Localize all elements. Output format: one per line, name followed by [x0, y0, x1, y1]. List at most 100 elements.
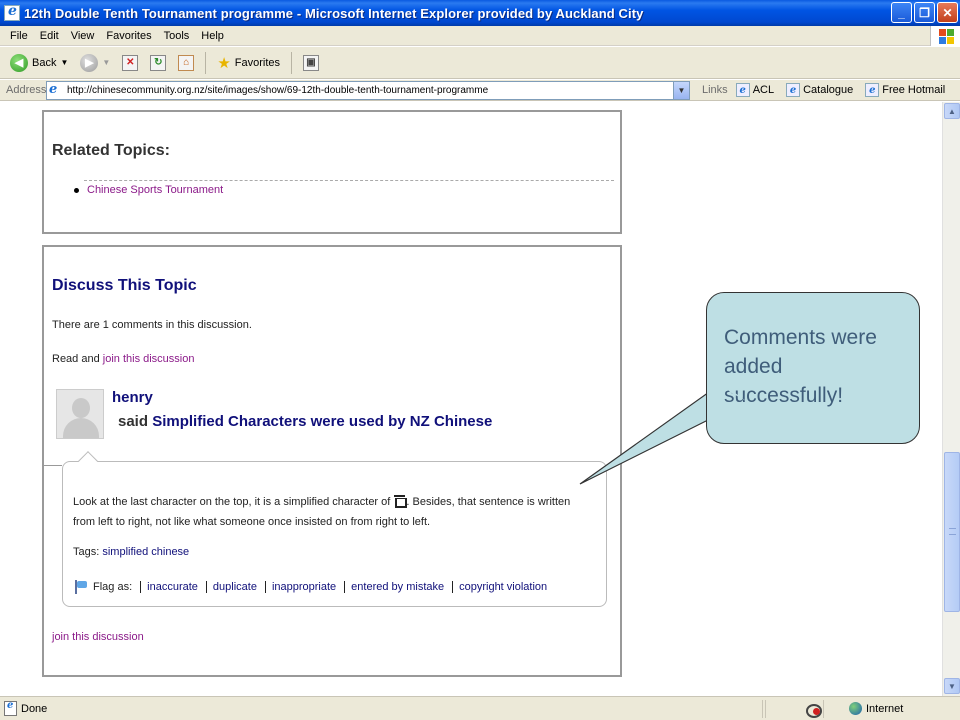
- discuss-heading: Discuss This Topic: [52, 277, 197, 294]
- flag-label: Flag as:: [93, 581, 133, 593]
- home-icon: ⌂: [178, 54, 195, 71]
- address-url[interactable]: http://chinesecommunity.org.nz/site/imag…: [67, 85, 488, 96]
- favorites-label: Favorites: [234, 56, 281, 69]
- flag-entered-by-mistake[interactable]: entered by mistake: [344, 581, 450, 593]
- minimize-button[interactable]: _: [891, 2, 912, 23]
- menu-bar: File Edit View Favorites Tools Help: [0, 26, 960, 46]
- ie-link-icon: e: [865, 83, 880, 97]
- status-pane-divider: [765, 699, 805, 718]
- related-topic-link[interactable]: Chinese Sports Tournament: [87, 184, 223, 196]
- ie-link-icon: e: [786, 83, 801, 97]
- link-catalogue[interactable]: e Catalogue: [786, 83, 865, 97]
- ie-link-icon: e: [735, 83, 750, 97]
- flag-inappropriate[interactable]: inappropriate: [264, 581, 342, 593]
- flag-copyright-violation[interactable]: copyright violation: [452, 581, 553, 593]
- tag-link[interactable]: simplified chinese: [102, 546, 189, 558]
- internet-globe-icon: [849, 702, 862, 715]
- related-divider: [84, 180, 614, 181]
- favorites-button[interactable]: ★ Favorites: [213, 52, 284, 74]
- privacy-icon[interactable]: [805, 702, 822, 718]
- status-pane-divider: [762, 699, 763, 718]
- chinese-character-icon: [393, 494, 408, 508]
- related-topics-panel: Related Topics: Chinese Sports Tournamen…: [42, 110, 622, 234]
- favorites-star-icon: ★: [217, 54, 231, 72]
- title-bar: 12th Double Tenth Tournament programme -…: [0, 0, 960, 26]
- menu-file[interactable]: File: [4, 30, 34, 42]
- read-prefix: Read and: [52, 353, 103, 365]
- link-acl[interactable]: e ACL: [735, 83, 786, 97]
- comment-divider: [44, 465, 62, 466]
- discuss-panel: Discuss This Topic There are 1 comments …: [42, 245, 622, 677]
- maximize-button[interactable]: ❐: [914, 2, 935, 23]
- status-done: Done: [0, 700, 760, 716]
- menu-favorites[interactable]: Favorites: [100, 30, 157, 42]
- flag-duplicate[interactable]: duplicate: [205, 581, 263, 593]
- address-label: Address: [6, 84, 47, 96]
- refresh-icon: ↻: [150, 54, 167, 71]
- menu-view[interactable]: View: [65, 30, 101, 42]
- join-discussion-bottom-link[interactable]: join this discussion: [52, 631, 144, 643]
- scroll-grip: [949, 528, 956, 535]
- link-catalogue-label: Catalogue: [803, 84, 854, 96]
- flag-inaccurate[interactable]: inaccurate: [140, 581, 204, 593]
- home-button[interactable]: ⌂: [174, 53, 198, 73]
- links-label: Links: [702, 84, 728, 96]
- window-controls: _ ❐ ✕: [891, 2, 958, 23]
- ie-app-icon: [4, 3, 20, 21]
- status-pane-divider: [823, 699, 843, 718]
- comment-body-start: Look at the last character on the top, i…: [73, 496, 394, 508]
- success-callout: Comments were added successfully!: [706, 292, 920, 444]
- comment-box-notch: [78, 451, 98, 471]
- zone-label: Internet: [866, 702, 904, 715]
- link-acl-label: ACL: [752, 84, 775, 96]
- related-topics-heading: Related Topics:: [52, 142, 170, 159]
- related-list-item: Chinese Sports Tournament: [74, 184, 223, 196]
- window-title: 12th Double Tenth Tournament programme -…: [24, 5, 644, 21]
- scroll-up-arrow-icon[interactable]: ▲: [944, 103, 960, 119]
- toolbar-separator: [291, 51, 293, 74]
- forward-button[interactable]: ▶ ▼: [76, 52, 114, 74]
- scroll-thumb[interactable]: [944, 452, 960, 612]
- back-arrow-icon: ◀: [10, 53, 28, 72]
- close-button[interactable]: ✕: [937, 2, 958, 23]
- status-bar: Done Internet: [0, 696, 960, 720]
- page-ie-icon: e: [49, 82, 58, 97]
- stop-icon: ✕: [122, 54, 139, 71]
- menu-edit[interactable]: Edit: [34, 30, 65, 42]
- menu-help[interactable]: Help: [195, 30, 230, 42]
- avatar-head: [72, 398, 90, 418]
- flag-row: Flag as: inaccurate duplicate inappropri…: [73, 580, 553, 594]
- security-zone: Internet: [843, 702, 903, 715]
- refresh-button[interactable]: ↻: [146, 53, 170, 73]
- flag-icon: [73, 580, 87, 594]
- status-text: Done: [21, 702, 48, 715]
- comment-body: Look at the last character on the top, i…: [73, 492, 593, 532]
- said-word: said: [118, 413, 149, 430]
- back-dropdown-icon[interactable]: ▼: [60, 58, 68, 67]
- vertical-scrollbar[interactable]: ▲ ▼: [942, 102, 960, 696]
- join-discussion-link[interactable]: join this discussion: [103, 353, 195, 365]
- forward-arrow-icon: ▶: [80, 53, 99, 72]
- comment-tags: Tags: simplified chinese: [73, 546, 189, 558]
- comment-author[interactable]: henry: [112, 389, 153, 406]
- windows-logo-icon: [930, 26, 960, 46]
- comment-title: Simplified Characters were used by NZ Ch…: [152, 413, 493, 430]
- address-input[interactable]: e http://chinesecommunity.org.nz/site/im…: [46, 80, 690, 100]
- address-bar: Address e http://chinesecommunity.org.nz…: [0, 80, 960, 101]
- forward-dropdown-icon[interactable]: ▼: [102, 58, 110, 67]
- tags-label: Tags:: [73, 546, 100, 558]
- avatar-body: [63, 418, 99, 438]
- menu-tools[interactable]: Tools: [158, 30, 196, 42]
- link-free-hotmail[interactable]: e Free Hotmail: [865, 83, 957, 97]
- back-button[interactable]: ◀ Back ▼: [6, 52, 72, 74]
- read-and-join: Read and join this discussion: [52, 353, 194, 365]
- comment-count: There are 1 comments in this discussion.: [52, 319, 252, 331]
- scroll-down-arrow-icon[interactable]: ▼: [944, 678, 960, 694]
- page-done-icon: [4, 700, 17, 716]
- avatar: [56, 389, 104, 439]
- stop-button[interactable]: ✕: [118, 53, 142, 73]
- address-dropdown-icon[interactable]: ▼: [673, 81, 689, 99]
- toolbar-separator: [205, 51, 207, 74]
- back-label: Back: [32, 56, 57, 69]
- media-button[interactable]: ▣: [299, 53, 323, 73]
